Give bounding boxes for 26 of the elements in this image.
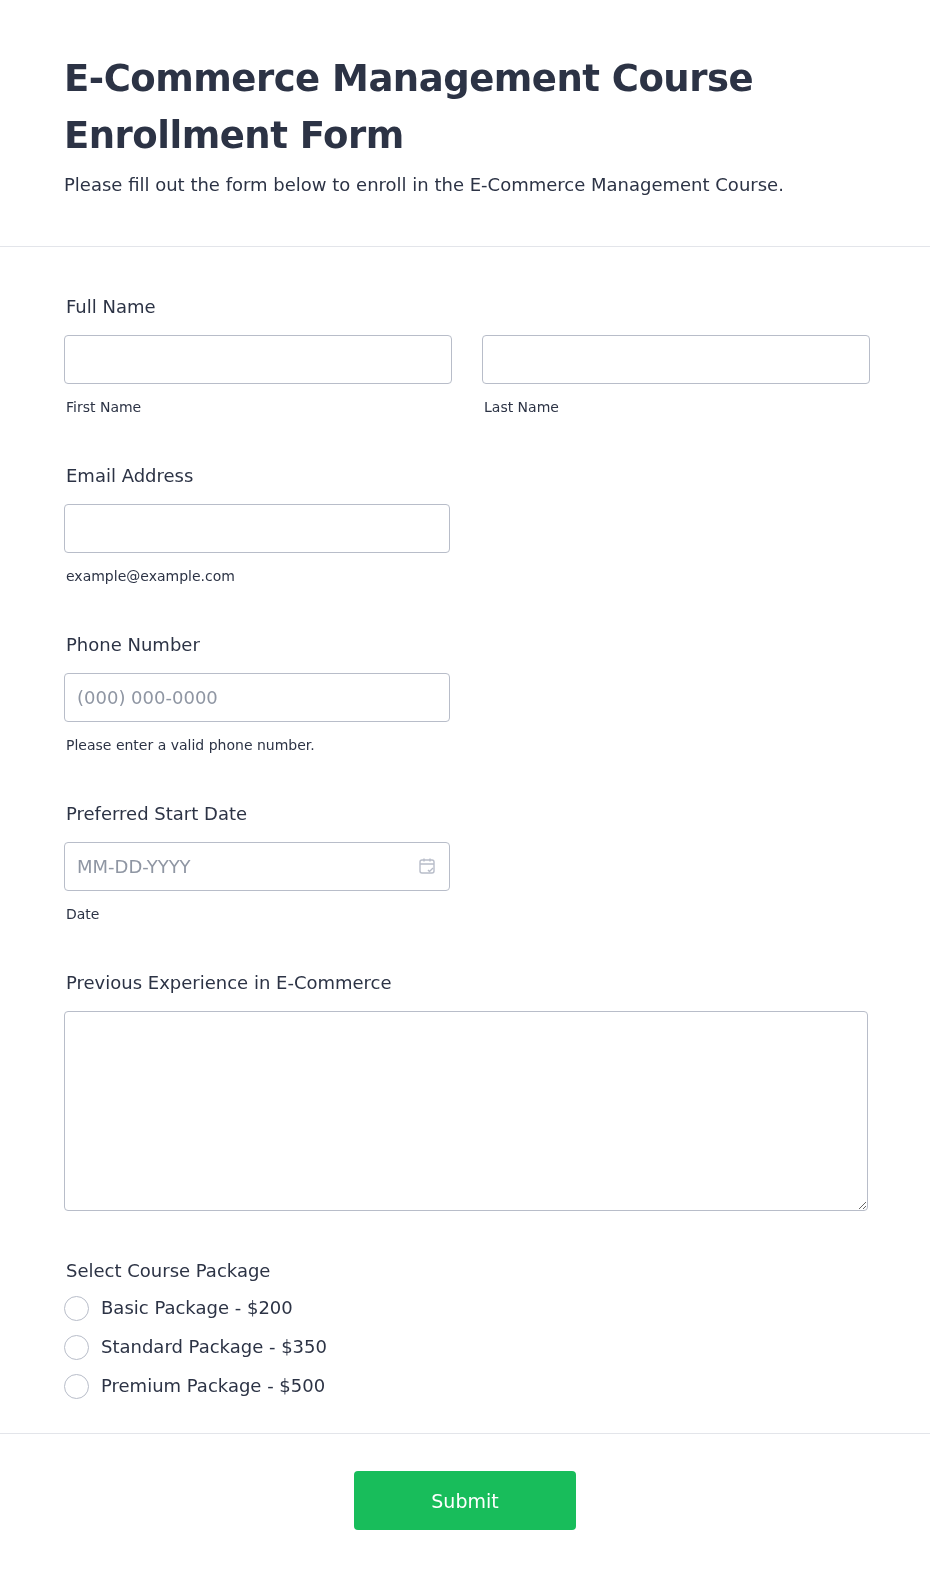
field-sublabel: Last Name: [484, 398, 560, 416]
field-label: Email Address: [66, 464, 195, 488]
text-area[interactable]: [64, 1011, 868, 1211]
field-sublabel: Please enter a valid phone number.: [66, 736, 316, 754]
field-label: Preferred Start Date: [66, 802, 249, 826]
text-field[interactable]: [482, 335, 870, 384]
radio-button[interactable]: [64, 1295, 89, 1321]
date-field[interactable]: MM-DD-YYYY: [64, 842, 450, 891]
field-sublabel: Date: [66, 905, 101, 923]
option-label[interactable]: Basic Package - $200: [101, 1295, 293, 1321]
field-label: Select Course Package: [66, 1259, 272, 1283]
text-field[interactable]: [64, 335, 452, 384]
text-field[interactable]: (000) 000-0000: [64, 673, 450, 722]
radio-button[interactable]: [64, 1334, 89, 1360]
field-label: Previous Experience in E-Commerce: [66, 971, 393, 995]
option-label[interactable]: Standard Package - $350: [101, 1334, 327, 1360]
form-description: Please fill out the form below to enroll in the E-Commerce Management Course.: [64, 173, 785, 197]
calendar-icon[interactable]: [418, 857, 436, 875]
radio-button[interactable]: [64, 1373, 89, 1399]
field-label: Full Name: [66, 295, 157, 319]
option-label[interactable]: Premium Package - $500: [101, 1373, 326, 1399]
form-title: E-Commerce Management Course Enrollment Form: [64, 56, 755, 159]
field-sublabel: First Name: [66, 398, 143, 416]
text-field[interactable]: [64, 504, 450, 553]
field-label: Phone Number: [66, 633, 201, 657]
field-sublabel: example@example.com: [66, 567, 236, 585]
